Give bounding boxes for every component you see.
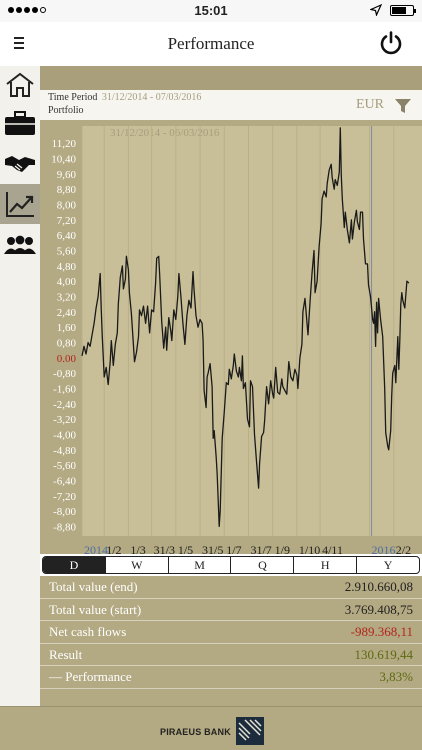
chart-y-tick-label: 6,40 [57, 230, 77, 242]
filter-icon[interactable] [394, 97, 412, 115]
chart-y-tick-label: 0,80 [57, 337, 77, 349]
summary-row: Total value (end) 2.910.660,08 [40, 576, 422, 599]
performance-chart[interactable]: 31/12/2014 - 06/03/201620141/2 1/3 31/3 1/5… [40, 120, 422, 564]
summary-label: — Performance [49, 669, 132, 684]
period-tab-y[interactable]: Y [356, 557, 419, 573]
bank-logo-icon [236, 717, 264, 745]
time-period-range: 31/12/2014 - 07/03/2016 [101, 92, 202, 103]
chart-y-tick-label: 7,20 [57, 215, 77, 227]
content-panel: Time Period 31/12/2014 - 07/03/2016 Port… [40, 66, 422, 706]
status-bar: 15:01 [0, 0, 422, 22]
summary-value: 3,83% [379, 669, 413, 684]
chart-y-tick-label: -5,60 [53, 460, 76, 472]
page-title: Performance [167, 34, 255, 53]
chart-icon [6, 192, 34, 217]
sidebar-item-portfolio[interactable] [0, 104, 40, 142]
chart-y-tick-label: 10,40 [51, 154, 76, 166]
chart-y-tick-label: -3,20 [53, 414, 76, 426]
summary-table: Total value (end) 2.910.660,08 Total value… [40, 576, 422, 689]
summary-label: Net cash flows [49, 624, 127, 639]
power-icon[interactable] [378, 30, 404, 56]
summary-row: — Performance 3,83% [40, 666, 422, 689]
chart-y-tick-label: -4,80 [53, 445, 76, 457]
period-tab-w[interactable]: W [104, 557, 168, 573]
footer: PIRAEUS BANK [0, 706, 422, 750]
time-period-label: Time Period 31/12/2014 - 07/03/2016 [48, 92, 201, 103]
sidebar-item-home[interactable] [0, 66, 40, 104]
location-icon [370, 4, 382, 16]
summary-label: Result [49, 646, 83, 662]
summary-label: Total value (start) [49, 601, 142, 617]
portfolio-label: Portfolio [48, 105, 84, 116]
status-time: 15:01 [194, 3, 228, 18]
chart-y-tick-label: 11,20 [52, 138, 77, 150]
sidebar-item-contacts[interactable] [0, 226, 40, 264]
summary-value: -989.368,11 [350, 624, 413, 639]
chart-y-tick-label: -6,40 [53, 475, 76, 487]
summary-label: Total value (end) [49, 579, 138, 594]
chart-y-tick-label: 8,80 [57, 184, 77, 196]
period-tab-q[interactable]: Q [230, 557, 293, 573]
chart-y-tick-label: 3,20 [57, 292, 77, 304]
filter-bar[interactable]: Time Period 31/12/2014 - 07/03/2016 Port… [40, 90, 422, 120]
chart-y-tick-label: -0,80 [53, 368, 76, 380]
home-icon [6, 72, 34, 97]
chart-y-tick-label: 0.00 [57, 353, 77, 365]
summary-value: 3.769.408,75 [344, 601, 413, 617]
time-period-title: Time Period [48, 92, 98, 103]
people-icon [4, 235, 36, 254]
top-band [40, 66, 422, 90]
chart-y-tick-label: 4,80 [57, 261, 77, 273]
bank-name: PIRAEUS BANK [160, 727, 231, 737]
battery-icon [390, 5, 416, 16]
sidebar [0, 66, 40, 706]
chart-y-tick-label: 9,60 [57, 169, 77, 181]
chart-y-tick-label: -4,00 [53, 429, 76, 441]
chart-y-tick-label: 8,00 [57, 200, 77, 212]
app-header: Performance [0, 22, 422, 66]
chart-y-tick-label: -2,40 [53, 399, 76, 411]
chart-watermark: 31/12/2014 - 06/03/2016 [110, 127, 220, 139]
sidebar-item-deals[interactable] [0, 144, 40, 182]
chart-y-tick-label: 5,60 [57, 246, 77, 258]
chart-y-tick-label: 1,60 [57, 322, 77, 334]
chart-y-tick-label: -7,20 [53, 491, 76, 503]
chart-y-tick-label: 2,40 [57, 307, 77, 319]
period-selector-bar: DWMQHY [40, 554, 422, 576]
summary-row: Result 130.619,44 [40, 644, 422, 666]
period-tab-d[interactable]: D [43, 557, 105, 573]
currency-label[interactable]: EUR [356, 97, 384, 113]
period-tab-m[interactable]: M [167, 557, 231, 573]
chart-y-tick-label: 4,00 [57, 276, 77, 288]
chart-y-tick-label: -1,60 [53, 383, 76, 395]
period-tab-h[interactable]: H [293, 557, 356, 573]
chart-y-tick-label: -8,00 [53, 506, 76, 518]
summary-row: Net cash flows -989.368,11 [40, 621, 422, 644]
chart-y-tick-label: -8,80 [53, 521, 76, 533]
summary-value: 130.619,44 [354, 646, 414, 662]
sidebar-item-performance[interactable] [0, 184, 40, 224]
summary-value: 2.910.660,08 [344, 579, 413, 594]
summary-row: Total value (start) 3.769.408,75 [40, 599, 422, 621]
handshake-icon [5, 156, 35, 172]
briefcase-icon [5, 111, 35, 135]
period-selector[interactable]: DWMQHY [42, 556, 420, 574]
